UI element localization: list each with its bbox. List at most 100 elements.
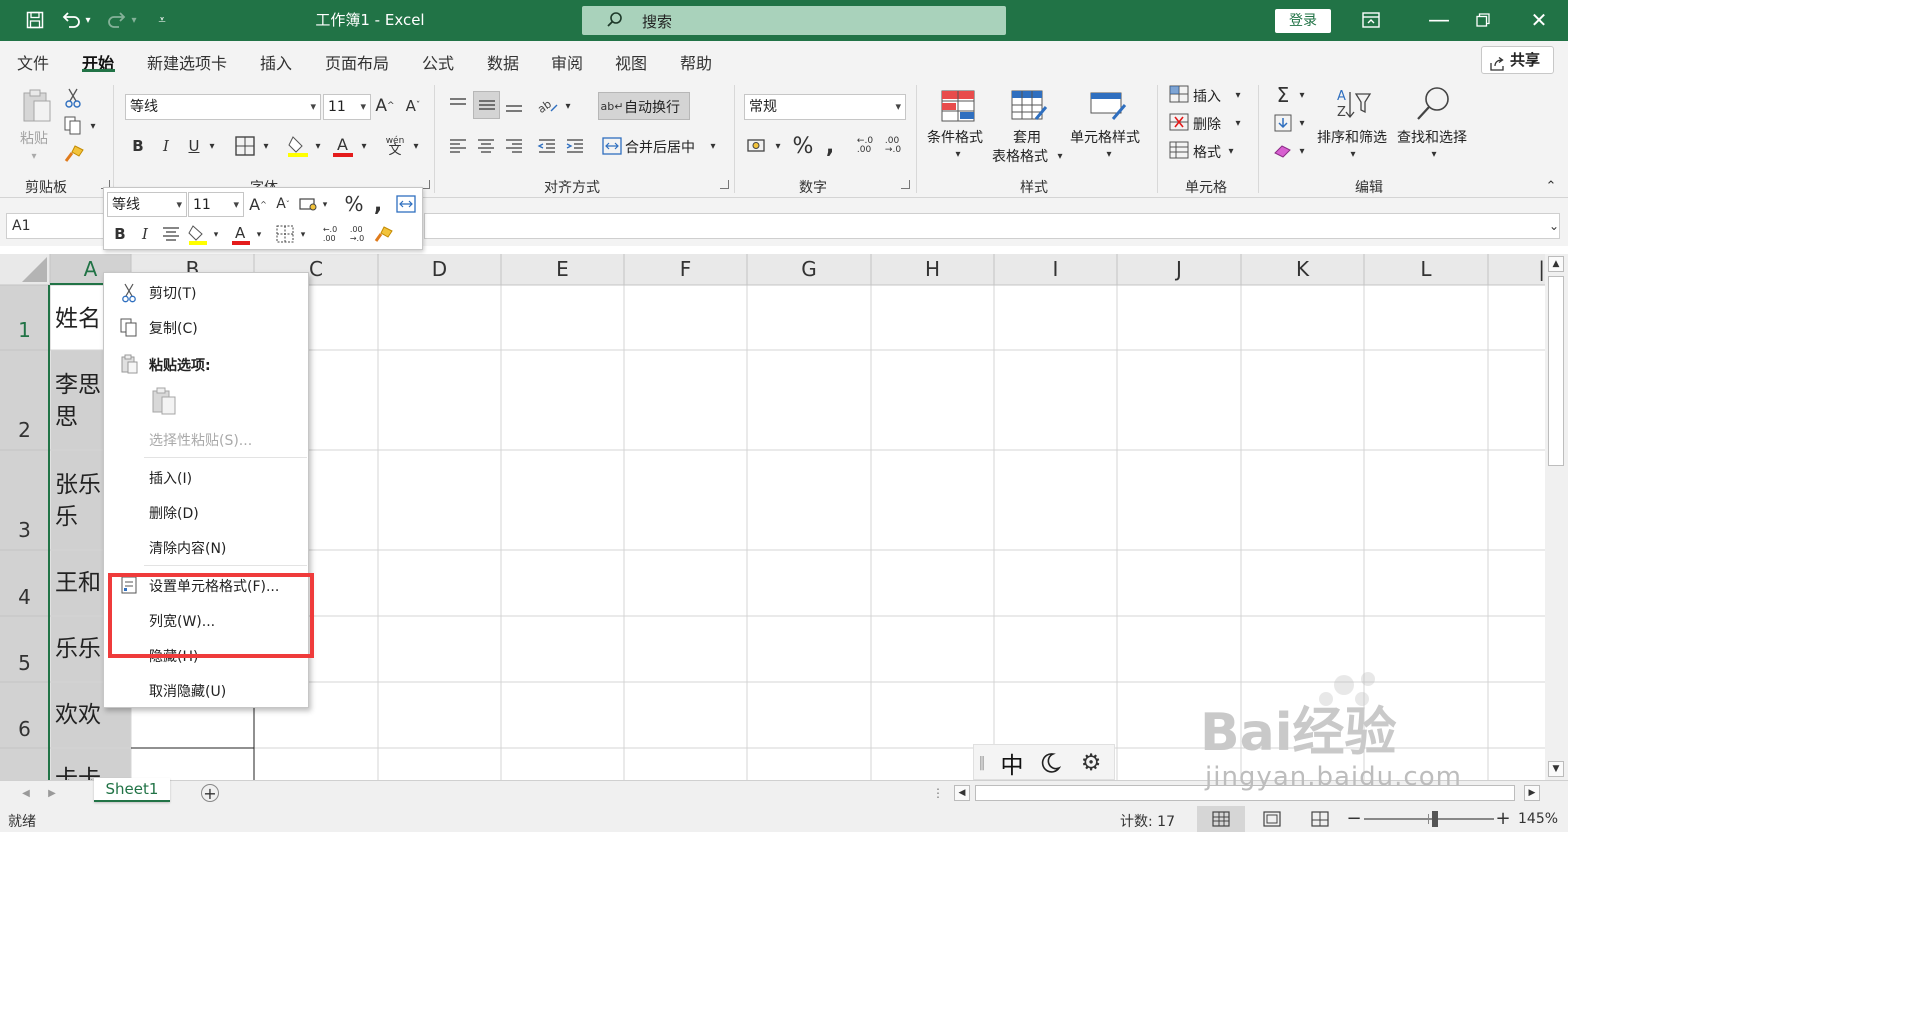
mini-accounting-dropdown-icon[interactable]: ▾ — [320, 198, 330, 212]
accounting-format-icon[interactable] — [746, 135, 770, 157]
ime-mode-chinese[interactable]: 中 — [998, 749, 1026, 779]
paste-dropdown-icon[interactable]: ▾ — [22, 149, 46, 163]
delete-cells-dropdown-icon[interactable]: ▾ — [1232, 116, 1244, 130]
underline-icon[interactable]: U — [184, 135, 204, 157]
number-format-combo[interactable]: 常规 ▾ — [744, 94, 906, 120]
vertical-scrollbar[interactable]: ▲ ▼ — [1545, 254, 1568, 780]
sheet-next-icon[interactable]: ▶ — [44, 785, 60, 801]
increase-decimal-icon[interactable]: ←.0.00 — [852, 133, 878, 159]
ribbon-display-options-icon[interactable] — [1358, 8, 1384, 32]
cell-a2-line2[interactable]: 思 — [55, 402, 78, 433]
decrease-decimal-icon[interactable]: .00 →.0 — [880, 133, 906, 159]
find-select-dropdown-icon[interactable]: ▾ — [1427, 147, 1441, 161]
settings-gear-icon[interactable]: ⚙ — [1077, 749, 1105, 777]
column-header-g[interactable]: G — [747, 254, 871, 285]
tab-formulas[interactable]: 公式 — [422, 50, 454, 74]
fill-icon[interactable] — [1272, 112, 1294, 134]
cell-a5[interactable]: 乐乐 — [55, 634, 101, 665]
menu-item-copy[interactable]: 复制(C) — [149, 318, 198, 338]
format-as-table-dropdown-icon[interactable]: ▾ — [1054, 149, 1066, 163]
column-header-m[interactable]: | — [1488, 254, 1545, 285]
close-icon[interactable]: ✕ — [1526, 8, 1552, 32]
menu-item-unhide[interactable]: 取消隐藏(U) — [149, 681, 226, 701]
column-header-j[interactable]: J — [1117, 254, 1241, 285]
cut-icon[interactable] — [62, 87, 84, 109]
autosum-icon[interactable]: Σ — [1272, 83, 1294, 107]
mini-decrease-font-icon[interactable]: Aˇ — [272, 193, 294, 215]
cell-styles-icon[interactable] — [1088, 87, 1128, 125]
mini-accounting-format-icon[interactable] — [297, 193, 321, 215]
paste-icon[interactable] — [16, 87, 56, 125]
tab-help[interactable]: 帮助 — [680, 50, 712, 74]
formula-input[interactable] — [424, 213, 1560, 239]
fill-color-dropdown-icon[interactable]: ▾ — [312, 139, 324, 153]
menu-item-clear-contents[interactable]: 清除内容(N) — [149, 538, 226, 558]
collapse-ribbon-icon[interactable]: ⌃ — [1542, 178, 1560, 194]
column-header-h[interactable]: H — [871, 254, 994, 285]
insert-cells-label[interactable]: 插入 — [1193, 86, 1221, 106]
copy-dropdown-icon[interactable]: ▾ — [86, 119, 100, 133]
row-header-1[interactable]: 1 — [0, 318, 49, 342]
italic-icon[interactable]: I — [156, 135, 176, 157]
underline-dropdown-icon[interactable]: ▾ — [206, 139, 218, 153]
orientation-dropdown-icon[interactable]: ▾ — [562, 99, 574, 113]
column-header-k[interactable]: K — [1241, 254, 1364, 285]
page-break-view-icon[interactable] — [1310, 810, 1330, 828]
delete-cells-icon[interactable] — [1168, 112, 1190, 132]
zoom-slider[interactable] — [1364, 818, 1494, 820]
autosum-dropdown-icon[interactable]: ▾ — [1296, 88, 1308, 102]
percent-style-icon[interactable]: % — [790, 133, 816, 159]
alignment-launcher-icon[interactable] — [720, 180, 729, 189]
fill-color-icon[interactable] — [286, 133, 310, 159]
align-center-icon[interactable] — [474, 135, 498, 157]
tab-insert[interactable]: 插入 — [260, 50, 292, 74]
mini-decrease-decimal-icon[interactable]: .00 →.0 — [345, 222, 369, 246]
moon-icon[interactable] — [1036, 749, 1064, 777]
mini-font-color-icon[interactable]: A — [230, 222, 252, 246]
menu-item-cut[interactable]: 剪切(T) — [149, 283, 196, 303]
normal-view-button[interactable] — [1197, 806, 1245, 832]
font-color-icon[interactable]: A — [331, 133, 355, 159]
increase-indent-icon[interactable] — [563, 135, 587, 157]
phonetic-guide-icon[interactable]: wén 文 — [382, 133, 408, 159]
column-header-d[interactable]: D — [378, 254, 501, 285]
mini-fill-dropdown-icon[interactable]: ▾ — [211, 228, 221, 242]
cell-a6[interactable]: 欢欢 — [55, 700, 101, 731]
column-header-l[interactable]: L — [1364, 254, 1488, 285]
comma-style-icon[interactable]: , — [820, 133, 840, 159]
mini-format-painter-icon[interactable] — [372, 222, 396, 246]
decrease-font-size-icon[interactable]: Aˇ — [402, 95, 424, 117]
tab-split-handle-icon[interactable]: ⋮ — [932, 785, 944, 801]
format-cells-icon[interactable] — [1168, 140, 1190, 160]
cell-a3-line1[interactable]: 张乐 — [55, 470, 101, 501]
row-header-5[interactable]: 5 — [0, 651, 49, 675]
sheet-prev-icon[interactable]: ◀ — [18, 785, 34, 801]
sort-filter-dropdown-icon[interactable]: ▾ — [1346, 147, 1360, 161]
format-painter-icon[interactable] — [62, 143, 86, 165]
sheet-tab-sheet1[interactable]: Sheet1 — [94, 778, 170, 802]
align-top-icon[interactable] — [446, 93, 470, 117]
tab-file[interactable]: 文件 — [17, 50, 49, 74]
merge-dropdown-icon[interactable]: ▾ — [707, 139, 719, 153]
align-bottom-icon[interactable] — [502, 93, 526, 117]
scroll-down-icon[interactable]: ▼ — [1548, 761, 1564, 777]
search-box[interactable]: 搜索 — [582, 6, 1006, 35]
column-header-f[interactable]: F — [624, 254, 747, 285]
expand-formula-bar-icon[interactable]: ⌄ — [1545, 217, 1563, 235]
row-header-3[interactable]: 3 — [0, 518, 49, 542]
merge-center-label[interactable]: 合并后居中 — [625, 137, 695, 157]
login-button[interactable]: 登录 — [1275, 9, 1331, 33]
share-button[interactable]: 共享 — [1481, 46, 1554, 74]
tab-page-layout[interactable]: 页面布局 — [325, 50, 389, 74]
row-header-2[interactable]: 2 — [0, 418, 49, 442]
phonetic-dropdown-icon[interactable]: ▾ — [410, 139, 422, 153]
mini-percent-icon[interactable]: % — [342, 192, 366, 216]
mini-center-align-icon[interactable] — [160, 223, 182, 245]
zoom-slider-thumb[interactable] — [1432, 811, 1438, 827]
fill-dropdown-icon[interactable]: ▾ — [1296, 116, 1308, 130]
zoom-level[interactable]: 145% — [1518, 811, 1558, 827]
insert-cells-dropdown-icon[interactable]: ▾ — [1232, 88, 1244, 102]
mini-increase-decimal-icon[interactable]: ←.0.00 — [318, 222, 342, 246]
number-launcher-icon[interactable] — [901, 180, 910, 189]
vertical-scroll-thumb[interactable] — [1548, 276, 1564, 466]
